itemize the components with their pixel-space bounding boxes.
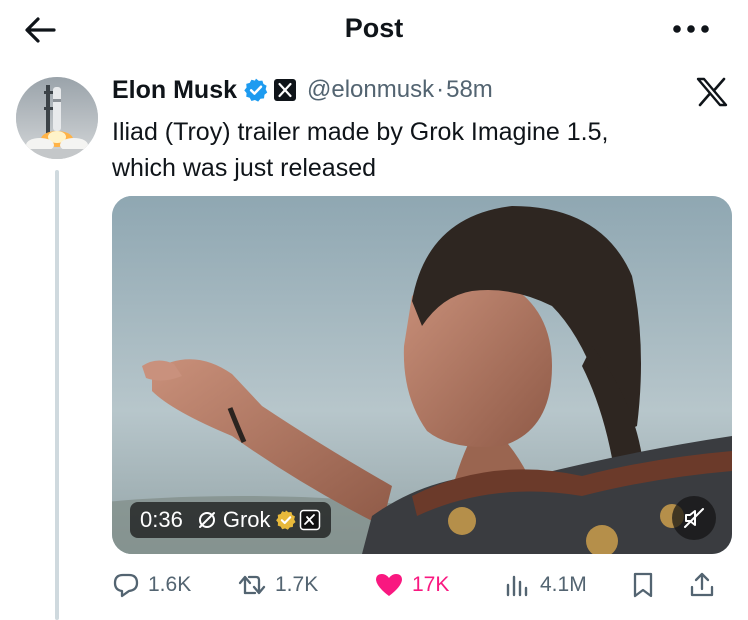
verified-badge-icon[interactable] [243, 77, 269, 103]
bookmark-button[interactable] [630, 565, 656, 605]
views-count: 4.1M [540, 573, 587, 596]
post-text: Iliad (Troy) trailer made by Grok Imagin… [112, 114, 722, 186]
more-horizontal-icon [673, 25, 709, 33]
views-button[interactable]: 4.1M [504, 565, 587, 605]
post-text-line-1: Iliad (Troy) trailer made by Grok Imagin… [112, 118, 609, 146]
author-handle[interactable]: @elonmusk [307, 76, 434, 104]
post-text-line-2: which was just released [112, 154, 377, 182]
mute-button[interactable] [672, 496, 716, 540]
repost-icon [238, 575, 266, 595]
more-button[interactable] [668, 14, 714, 44]
muted-speaker-icon [684, 508, 704, 528]
grok-affiliate-icon [299, 509, 321, 531]
reply-button[interactable]: 1.6K [112, 565, 191, 605]
video-duration: 0:36 [140, 507, 183, 532]
video-player[interactable]: 0:36 Grok [112, 196, 732, 554]
video-frame-image [112, 196, 732, 554]
page-title: Post [344, 13, 404, 43]
like-button[interactable]: 17K [374, 565, 449, 605]
thread-line [55, 170, 59, 620]
repost-button[interactable]: 1.7K [237, 565, 318, 605]
rocket-launch-avatar-image [16, 77, 98, 159]
avatar[interactable] [16, 77, 98, 159]
share-button[interactable] [688, 565, 716, 605]
views-chart-icon [506, 575, 528, 597]
heart-filled-icon [376, 574, 402, 596]
post-timestamp[interactable]: 58m [446, 76, 493, 104]
author-line: Elon Musk @elonmusk · 58m [112, 72, 493, 108]
bookmark-icon [633, 572, 653, 598]
grok-icon [197, 510, 217, 530]
meta-separator: · [436, 76, 445, 103]
x-affiliate-badge-icon[interactable] [273, 78, 297, 102]
action-bar: 1.6K 1.7K 17K 4.1M [112, 565, 736, 605]
like-count: 17K [412, 573, 450, 596]
top-bar: Post [0, 0, 748, 60]
reply-count: 1.6K [148, 573, 192, 596]
grok-label: Grok [222, 507, 271, 532]
x-logo-icon [694, 76, 730, 108]
reply-icon [113, 573, 139, 598]
author-name[interactable]: Elon Musk [112, 76, 237, 105]
repost-count: 1.7K [275, 573, 319, 596]
share-icon [690, 572, 714, 597]
video-info-pill: 0:36 Grok [130, 502, 331, 538]
gold-verified-badge-icon [275, 509, 297, 531]
